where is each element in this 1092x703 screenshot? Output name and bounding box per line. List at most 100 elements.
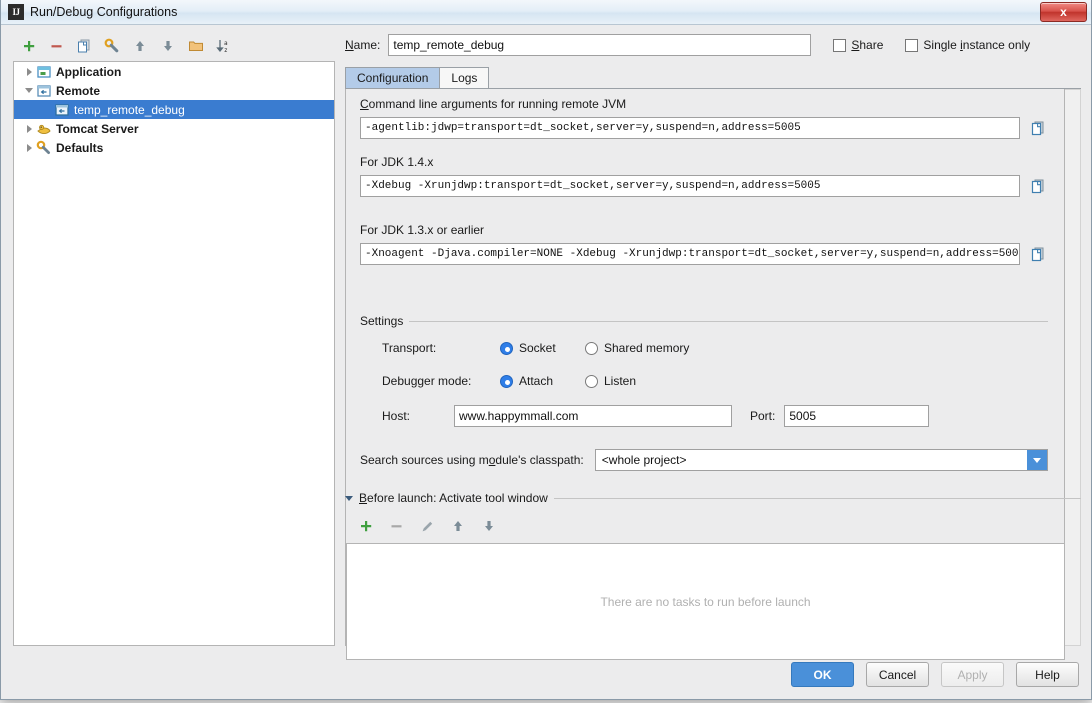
settings-group-title-row: Settings bbox=[360, 314, 1048, 328]
classpath-selected-value: <whole project> bbox=[601, 453, 687, 467]
single-instance-label: Single instance only bbox=[923, 38, 1031, 52]
chevron-down-icon[interactable] bbox=[1027, 450, 1047, 470]
jdk13-label: For JDK 1.3.x or earlier bbox=[360, 223, 485, 237]
tree-item-defaults[interactable]: Defaults bbox=[14, 138, 334, 157]
tree-item-temp-remote-debug[interactable]: temp_remote_debug bbox=[14, 100, 334, 119]
radio-indicator[interactable] bbox=[585, 341, 598, 355]
sort-button[interactable]: a z bbox=[214, 36, 234, 56]
transport-shared-memory-radio[interactable]: Shared memory bbox=[585, 341, 689, 355]
cmdline-label-text: Command line arguments for running remot… bbox=[360, 97, 627, 111]
checkbox-box[interactable] bbox=[833, 38, 847, 52]
svg-text:z: z bbox=[224, 47, 228, 54]
help-button[interactable]: Help bbox=[1016, 662, 1079, 687]
classpath-row: Search sources using module's classpath:… bbox=[360, 449, 1048, 471]
radio-indicator[interactable] bbox=[500, 374, 513, 388]
tree-item-tomcat-server[interactable]: Tomcat Server bbox=[14, 119, 334, 138]
jdk14-field-row: -Xdebug -Xrunjdwp:transport=dt_socket,se… bbox=[360, 175, 1052, 197]
group-divider bbox=[409, 320, 1048, 322]
host-port-row: Host: www.happymmall.com Port: 5005 bbox=[382, 405, 930, 427]
host-input[interactable]: www.happymmall.com bbox=[454, 405, 732, 427]
tree-item-label: Tomcat Server bbox=[56, 121, 139, 136]
port-label: Port: bbox=[750, 409, 776, 423]
tree-item-remote[interactable]: Remote bbox=[14, 81, 334, 100]
wrench-icon bbox=[36, 140, 50, 154]
settings-group-label: Settings bbox=[360, 314, 404, 328]
jdk14-label: For JDK 1.4.x bbox=[360, 155, 434, 169]
share-label: Share bbox=[851, 38, 884, 52]
chevron-right-icon[interactable] bbox=[22, 65, 36, 79]
single-instance-only-checkbox[interactable]: Single instance only bbox=[905, 38, 1030, 52]
chevron-right-icon[interactable] bbox=[22, 122, 36, 136]
name-label: Name: bbox=[345, 38, 381, 52]
port-input[interactable]: 5005 bbox=[784, 405, 930, 427]
move-up-button[interactable] bbox=[130, 36, 150, 56]
classpath-combobox[interactable]: <whole project> bbox=[594, 449, 1048, 471]
before-launch-section: Before launch: Activate tool window Ther… bbox=[345, 490, 1081, 660]
application-icon bbox=[37, 65, 51, 78]
configurations-toolbar: a z bbox=[13, 33, 335, 59]
tab-logs[interactable]: Logs bbox=[439, 67, 490, 88]
radio-label: Attach bbox=[519, 374, 554, 388]
debugger-mode-label: Debugger mode: bbox=[382, 374, 472, 388]
debugger-mode-listen-radio[interactable]: Listen bbox=[585, 374, 636, 388]
create-folder-button[interactable] bbox=[186, 36, 206, 56]
move-down-button[interactable] bbox=[158, 36, 178, 56]
before-launch-title: Before launch: Activate tool window bbox=[359, 491, 548, 505]
tomcat-icon bbox=[37, 124, 51, 134]
configurations-tree[interactable]: Application Remote temp_remote_debug Tom… bbox=[13, 61, 335, 646]
collapse-triangle-icon[interactable] bbox=[345, 495, 353, 501]
jdk13-field-row: -Xnoagent -Djava.compiler=NONE -Xdebug -… bbox=[360, 243, 1052, 265]
cmdline-input[interactable]: -agentlib:jdwp=transport=dt_socket,serve… bbox=[360, 117, 1020, 139]
dialog-title-bar[interactable]: IJ Run/Debug Configurations x bbox=[1, 0, 1091, 25]
checkbox-box[interactable] bbox=[905, 38, 919, 52]
radio-label: Socket bbox=[519, 341, 556, 355]
name-input[interactable] bbox=[388, 34, 812, 56]
radio-label: Shared memory bbox=[604, 341, 690, 355]
radio-indicator[interactable] bbox=[585, 374, 598, 388]
configurations-panel: a z Application Remote temp_remote_debug… bbox=[13, 33, 335, 646]
transport-row: Transport: Socket Shared memory bbox=[382, 341, 689, 355]
transport-socket-radio[interactable]: Socket bbox=[500, 341, 585, 355]
apply-button[interactable]: Apply bbox=[941, 662, 1004, 687]
chevron-down-icon[interactable] bbox=[22, 84, 36, 98]
remote-icon bbox=[55, 103, 69, 116]
intellij-idea-icon: IJ bbox=[8, 4, 24, 20]
remote-icon bbox=[37, 84, 51, 97]
settings-group: Settings Transport: Socket Shared memory bbox=[360, 314, 1048, 486]
transport-label: Transport: bbox=[382, 341, 437, 355]
debugger-mode-row: Debugger mode: Attach Listen bbox=[382, 374, 636, 388]
copy-to-clipboard-icon[interactable] bbox=[1028, 244, 1048, 264]
jdk14-input[interactable]: -Xdebug -Xrunjdwp:transport=dt_socket,se… bbox=[360, 175, 1020, 197]
before-launch-header: Before launch: Activate tool window bbox=[345, 490, 1081, 506]
tree-item-label: Application bbox=[56, 64, 122, 79]
close-window-button[interactable]: x bbox=[1040, 2, 1087, 22]
ok-button[interactable]: OK bbox=[791, 662, 854, 687]
before-launch-task-list[interactable]: There are no tasks to run before launch bbox=[346, 543, 1065, 660]
move-task-up-button[interactable] bbox=[448, 516, 468, 536]
group-divider bbox=[553, 497, 1081, 499]
cancel-button[interactable]: Cancel bbox=[866, 662, 929, 687]
before-launch-toolbar bbox=[345, 514, 1081, 538]
radio-indicator[interactable] bbox=[500, 341, 513, 355]
edit-defaults-button[interactable] bbox=[102, 36, 122, 56]
add-task-button[interactable] bbox=[355, 516, 375, 536]
share-checkbox[interactable]: Share bbox=[833, 38, 883, 52]
copy-to-clipboard-icon[interactable] bbox=[1028, 176, 1048, 196]
copy-configuration-button[interactable] bbox=[74, 36, 94, 56]
dialog-button-row: OK Cancel Apply Help bbox=[791, 662, 1079, 687]
tree-item-application[interactable]: Application bbox=[14, 62, 334, 81]
classpath-label: Search sources using module's classpath: bbox=[360, 453, 584, 467]
copy-to-clipboard-icon[interactable] bbox=[1028, 118, 1048, 138]
jdk13-input[interactable]: -Xnoagent -Djava.compiler=NONE -Xdebug -… bbox=[360, 243, 1020, 265]
tab-configuration[interactable]: Configuration bbox=[345, 67, 441, 88]
tree-item-label: Defaults bbox=[56, 140, 104, 155]
name-row: Name: Share Single instance only bbox=[345, 33, 1081, 57]
edit-task-button[interactable] bbox=[417, 516, 437, 536]
add-configuration-button[interactable] bbox=[18, 36, 38, 56]
move-task-down-button[interactable] bbox=[479, 516, 499, 536]
chevron-right-icon[interactable] bbox=[22, 141, 36, 155]
remove-configuration-button[interactable] bbox=[46, 36, 66, 56]
debugger-mode-attach-radio[interactable]: Attach bbox=[500, 374, 585, 388]
remove-task-button[interactable] bbox=[386, 516, 406, 536]
dialog-content: a z Application Remote temp_remote_debug… bbox=[1, 25, 1091, 699]
